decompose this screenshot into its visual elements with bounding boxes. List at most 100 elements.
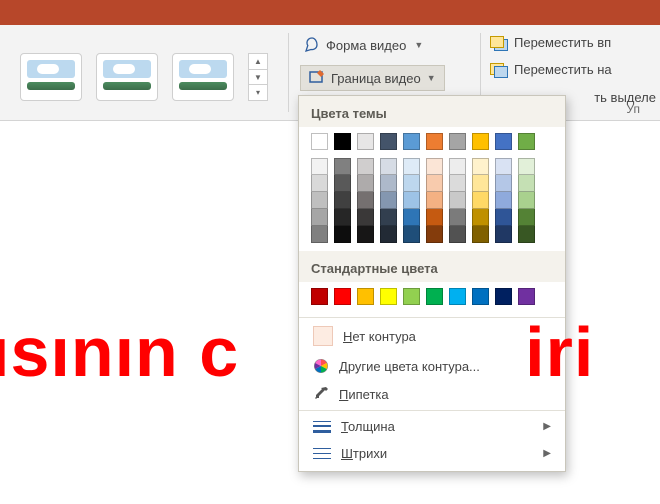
color-swatch[interactable] [357,209,374,226]
bring-forward-button[interactable]: Переместить вп [490,35,611,50]
color-swatch[interactable] [403,288,420,305]
color-swatch[interactable] [472,133,489,150]
ribbon-group-caption: Уп [626,102,640,116]
color-swatch[interactable] [311,192,328,209]
send-backward-label: Переместить на [514,62,612,77]
color-swatch[interactable] [403,209,420,226]
color-swatch[interactable] [380,288,397,305]
color-swatch[interactable] [449,209,466,226]
color-swatch[interactable] [495,288,512,305]
video-shape-button[interactable]: Форма видео ▼ [304,37,423,53]
gallery-down-icon[interactable]: ▼ [249,69,267,85]
color-swatch[interactable] [380,133,397,150]
color-swatch[interactable] [403,158,420,175]
color-swatch[interactable] [403,192,420,209]
color-swatch[interactable] [426,133,443,150]
color-swatch[interactable] [357,133,374,150]
standard-color-row [299,282,565,315]
color-swatch[interactable] [426,226,443,243]
color-swatch[interactable] [357,288,374,305]
color-swatch[interactable] [426,192,443,209]
color-shade-column [472,158,489,243]
menu-separator [299,410,565,411]
color-swatch[interactable] [495,192,512,209]
color-swatch[interactable] [472,226,489,243]
color-swatch[interactable] [380,192,397,209]
color-swatch[interactable] [311,175,328,192]
color-swatch[interactable] [449,226,466,243]
color-swatch[interactable] [334,226,351,243]
color-swatch[interactable] [334,192,351,209]
color-swatch[interactable] [380,209,397,226]
color-shade-column [426,158,443,243]
color-swatch[interactable] [518,226,535,243]
color-swatch[interactable] [449,133,466,150]
weight-label: Толщина [341,419,395,434]
color-swatch[interactable] [495,226,512,243]
video-style-option[interactable] [96,53,158,101]
color-swatch[interactable] [380,175,397,192]
color-swatch[interactable] [495,209,512,226]
color-shade-column [495,158,512,243]
color-swatch[interactable] [518,158,535,175]
color-swatch[interactable] [357,226,374,243]
color-swatch[interactable] [357,192,374,209]
bring-forward-icon [490,36,508,50]
gallery-spinner[interactable]: ▲ ▼ ▾ [248,53,268,101]
color-swatch[interactable] [334,209,351,226]
color-swatch[interactable] [311,158,328,175]
color-swatch[interactable] [518,192,535,209]
color-swatch[interactable] [380,226,397,243]
dashes-menuitem[interactable]: Штрихи ▶ [299,440,565,467]
theme-color-top-row [299,127,565,154]
color-swatch[interactable] [311,209,328,226]
color-swatch[interactable] [472,192,489,209]
color-swatch[interactable] [380,158,397,175]
color-swatch[interactable] [518,175,535,192]
video-border-dropdown: Цвета темы Стандартные цвета Нет контура… [298,95,566,472]
video-style-option[interactable] [20,53,82,101]
color-swatch[interactable] [426,175,443,192]
send-backward-button[interactable]: Переместить на [490,62,612,77]
color-swatch[interactable] [449,175,466,192]
color-swatch[interactable] [357,175,374,192]
dropdown-caret-icon: ▼ [427,73,436,83]
gallery-more-icon[interactable]: ▾ [249,84,267,100]
color-swatch[interactable] [311,133,328,150]
color-swatch[interactable] [334,175,351,192]
color-swatch[interactable] [449,288,466,305]
color-swatch[interactable] [518,288,535,305]
slide-red-text: ısının ciri [0,312,594,392]
color-swatch[interactable] [403,226,420,243]
video-style-option[interactable] [172,53,234,101]
color-swatch[interactable] [495,133,512,150]
color-swatch[interactable] [426,288,443,305]
color-swatch[interactable] [449,158,466,175]
color-swatch[interactable] [311,226,328,243]
dropdown-caret-icon: ▼ [414,40,423,50]
color-swatch[interactable] [518,209,535,226]
weight-menuitem[interactable]: Толщина ▶ [299,413,565,440]
color-swatch[interactable] [472,158,489,175]
video-border-button[interactable]: Граница видео ▼ [300,65,445,91]
color-swatch[interactable] [449,192,466,209]
color-swatch[interactable] [403,133,420,150]
color-swatch[interactable] [472,288,489,305]
color-swatch[interactable] [495,175,512,192]
color-swatch[interactable] [334,133,351,150]
color-swatch[interactable] [334,158,351,175]
color-swatch[interactable] [472,209,489,226]
gallery-up-icon[interactable]: ▲ [249,54,267,69]
color-swatch[interactable] [426,209,443,226]
color-swatch[interactable] [495,158,512,175]
selection-pane-button[interactable]: ть выделе [594,90,656,105]
selection-pane-label: ть выделе [594,90,656,105]
color-swatch[interactable] [334,288,351,305]
color-swatch[interactable] [403,175,420,192]
color-swatch[interactable] [357,158,374,175]
color-swatch[interactable] [426,158,443,175]
color-swatch[interactable] [518,133,535,150]
theme-color-shade-grid [299,154,565,251]
color-swatch[interactable] [472,175,489,192]
color-swatch[interactable] [311,288,328,305]
